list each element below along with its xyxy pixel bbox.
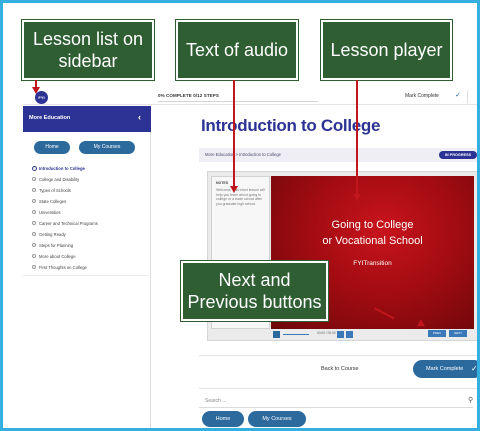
lesson-item-types-of-schools[interactable]: Types of Schools	[23, 185, 151, 196]
circle-icon	[32, 221, 36, 225]
my-courses-button[interactable]: My Courses	[248, 411, 306, 427]
notes-label: NOTES	[216, 181, 229, 185]
lesson-item-introduction-to-college[interactable]: Introduction to College	[23, 163, 151, 174]
divider	[199, 388, 477, 389]
lesson-item-label: Getting Ready	[39, 232, 66, 237]
callout-text-of-audio: Text of audio	[176, 20, 298, 80]
arrow-head	[230, 186, 238, 193]
volume-icon[interactable]	[337, 331, 344, 338]
lesson-item-label: College and Disability	[39, 177, 80, 182]
lesson-item-label: Career and Technical Programs	[39, 221, 98, 226]
check-icon: ✓	[471, 364, 478, 373]
prev-button[interactable]: PREV	[428, 330, 446, 337]
next-button[interactable]: NEXT	[449, 330, 467, 337]
lesson-item-college-and-disability[interactable]: College and Disability	[23, 174, 151, 185]
lesson-item-label: More about College	[39, 254, 76, 259]
callout-lesson-player: Lesson player	[321, 20, 452, 80]
home-button[interactable]: Home	[202, 411, 244, 427]
lesson-item-label: State Colleges	[39, 199, 67, 204]
circle-icon	[32, 254, 36, 258]
back-to-course-link[interactable]: Back to Course	[321, 366, 359, 372]
circle-icon	[32, 265, 36, 269]
callout-lesson-list: Lesson list on sidebar	[22, 20, 154, 80]
callout-next-previous: Next and Previous buttons	[181, 261, 328, 321]
search-input[interactable]	[199, 394, 473, 408]
arrow-line	[356, 80, 358, 195]
progress-bar	[158, 101, 318, 102]
lesson-item-label: Universities	[39, 210, 61, 215]
check-icon[interactable]: ✓	[455, 91, 461, 99]
mark-complete-button[interactable]: Mark Complete ✓	[413, 360, 478, 378]
progress-label: 0% COMPLETE 0/12 STEPS	[158, 93, 219, 98]
play-icon[interactable]	[273, 331, 280, 338]
divider	[199, 355, 477, 356]
divider	[467, 91, 468, 103]
course-top-bar: FYI 0% COMPLETE 0/12 STEPS Mark Complete…	[23, 89, 477, 105]
circle-icon	[32, 188, 36, 192]
breadcrumb-bar: More Education > Introduction to College…	[199, 148, 477, 162]
sidebar-my-courses-button[interactable]: My Courses	[79, 141, 135, 154]
lesson-list: Introduction to College College and Disa…	[23, 163, 151, 273]
player-controls: 00:00 / 00:00 PREV NEXT	[271, 329, 474, 339]
arrow-head	[32, 87, 40, 94]
lesson-item-label: First Thoughts on College	[39, 265, 87, 270]
lesson-item-getting-ready[interactable]: Getting Ready	[23, 229, 151, 240]
sidebar-header: More Education ‹	[23, 106, 151, 132]
lesson-item-more-about-college[interactable]: More about College	[23, 251, 151, 262]
page-title: Introduction to College	[201, 116, 381, 135]
mark-complete-label: Mark Complete	[426, 366, 464, 372]
circle-icon	[32, 232, 36, 236]
circle-icon	[32, 210, 36, 214]
captions-icon[interactable]	[346, 331, 353, 338]
top-mark-complete-link[interactable]: Mark Complete	[405, 93, 439, 99]
lesson-item-steps-for-planning[interactable]: Steps for Planning	[23, 240, 151, 251]
status-badge: IN PROGRESS	[439, 151, 477, 159]
lesson-item-label: Steps for Planning	[39, 243, 74, 248]
search-icon[interactable]: ⚲	[468, 396, 473, 404]
chevron-left-icon[interactable]: ‹	[138, 112, 141, 122]
playback-time: 00:00 / 00:00	[317, 331, 336, 335]
circle-icon	[32, 199, 36, 203]
circle-icon	[32, 177, 36, 181]
playback-scrubber[interactable]	[283, 334, 309, 335]
screenshot-frame: FYI 0% COMPLETE 0/12 STEPS Mark Complete…	[0, 0, 480, 431]
sidebar-course-title: More Education	[29, 115, 71, 121]
slide-title-line-1: Going to College	[331, 219, 414, 231]
arrow-head	[353, 194, 361, 201]
lesson-item-first-thoughts-on-college[interactable]: First Thoughts on College	[23, 262, 151, 273]
lesson-item-state-colleges[interactable]: State Colleges	[23, 196, 151, 207]
circle-icon	[32, 243, 36, 247]
arrow-line	[233, 80, 235, 187]
lesson-item-label: Types of Schools	[39, 188, 71, 193]
lesson-sidebar: More Education ‹ Home My Courses Introdu…	[23, 106, 151, 428]
lesson-item-universities[interactable]: Universities	[23, 207, 151, 218]
sidebar-home-button[interactable]: Home	[34, 141, 70, 154]
circle-icon	[31, 165, 37, 171]
divider	[23, 275, 151, 276]
breadcrumb[interactable]: More Education > Introduction to College	[205, 152, 281, 157]
slide-title-line-2: or Vocational School	[322, 235, 423, 247]
lesson-item-label: Introduction to College	[39, 166, 85, 171]
audio-transcript: Welcome. This short lesson will help you…	[216, 188, 265, 206]
lesson-item-career-and-technical-programs[interactable]: Career and Technical Programs	[23, 218, 151, 229]
